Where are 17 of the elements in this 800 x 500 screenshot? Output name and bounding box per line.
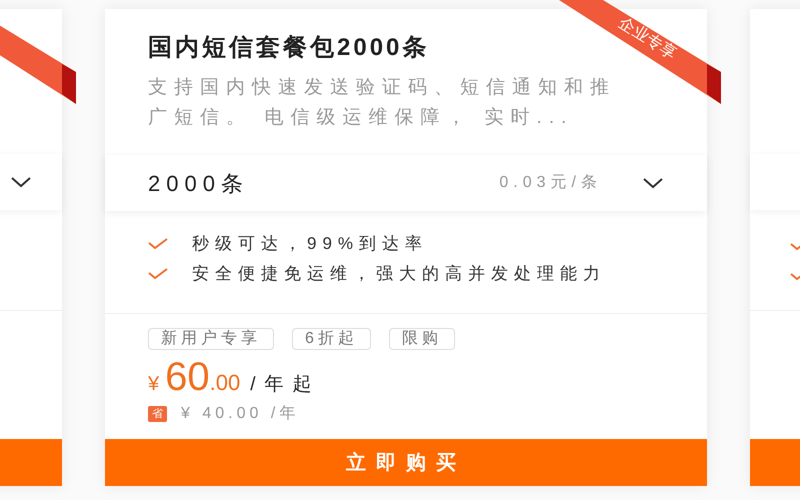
promo-tag: 限购 [388,328,455,350]
product-description: 支持国内快速发送验证码、短信通知和推广短信。 电信级运维保障， 实时... [148,76,617,130]
saving-amount: ¥ 40.00 /年 [181,404,300,424]
price-integer: 60 [165,354,210,400]
currency-symbol: ¥ [148,372,160,397]
price-suffix: /年起 [250,373,320,397]
spec-value: 2000条 [148,170,249,198]
save-badge: 省 [148,406,167,422]
promo-tag: 6折起 [292,328,371,350]
feature-text: 秒级可达，99%到达率 [192,235,428,253]
unit-price: 0.03元/条 [499,173,602,193]
spec-select[interactable]: 2000条 0.03元/条 [105,155,707,211]
ribbon-label: 企业专享 [615,14,679,64]
feature-text: 安全便捷免运维，强大的高并发处理能力 [192,265,606,283]
price-decimal: .00 [210,369,240,397]
promo-tag: 新用户专享 [148,328,274,350]
product-title: 国内短信套餐包2000条 [148,33,430,63]
